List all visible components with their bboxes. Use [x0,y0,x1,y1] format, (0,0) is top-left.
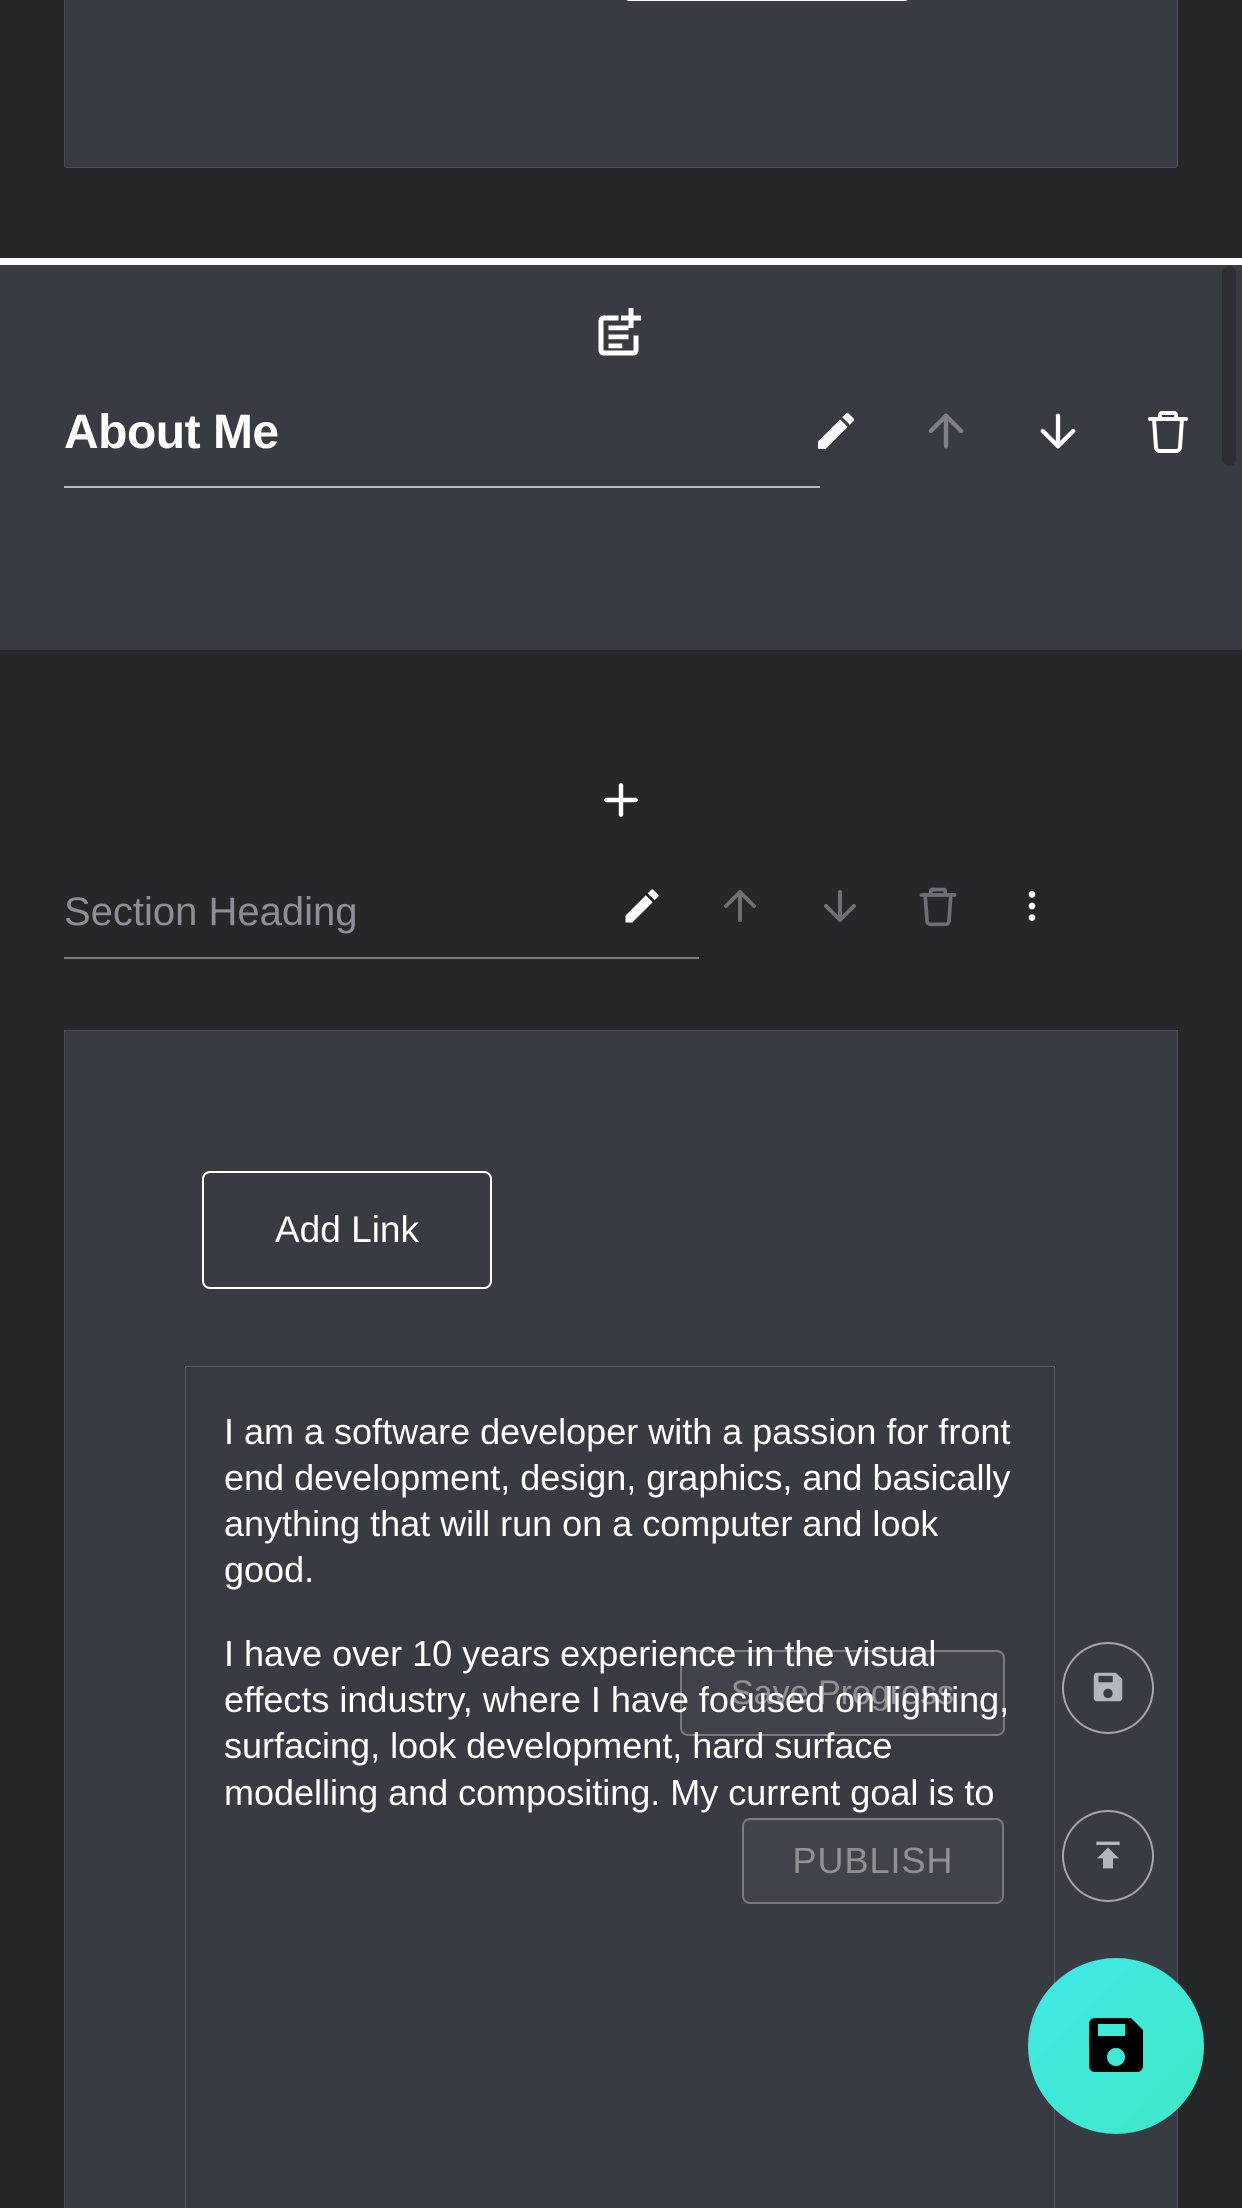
section-body-textarea[interactable]: I am a software developer with a passion… [185,1366,1055,2208]
top-add-link-button[interactable]: Add Link [622,0,912,1]
section-edit-icon[interactable] [620,884,664,928]
about-me-header-row: About Me [0,405,1242,535]
publish-button[interactable]: PUBLISH [742,1818,1004,1904]
about-me-actions [812,405,1192,457]
publish-upload-icon [1088,1835,1128,1878]
section-divider [0,258,1242,265]
app-screen: Add Link About Me [0,0,1242,2208]
top-section-panel: Add Link [0,0,1242,258]
add-section-plus-icon[interactable] [591,770,651,830]
main-save-fab[interactable] [1028,1958,1204,2134]
section-content-card: Add Link I am a software developer with … [64,1030,1178,2208]
about-me-title-field[interactable]: About Me [64,405,820,488]
section-add-link-button[interactable]: Add Link [202,1171,492,1289]
section-delete-icon[interactable] [916,884,960,928]
about-move-down-icon[interactable] [1032,405,1084,457]
top-section-card: Add Link [64,0,1178,168]
section-heading-field[interactable] [64,890,699,959]
about-me-panel: About Me [0,265,1242,650]
section-heading-input[interactable] [64,890,699,957]
save-floppy-icon [1080,2009,1152,2084]
section-heading-actions [620,882,1052,930]
section-heading-underline [64,957,699,959]
section-more-options-icon[interactable] [1012,886,1052,926]
new-section-area: Add Link I am a software developer with … [0,650,1242,2208]
section-heading-row [0,887,1242,1010]
save-progress-button[interactable]: Save Progress [680,1650,1005,1736]
section-move-up-icon[interactable] [716,882,764,930]
section-body-paragraph-1: I am a software developer with a passion… [224,1411,1011,1591]
mini-fab-publish-button[interactable] [1062,1810,1154,1902]
section-move-down-icon[interactable] [816,882,864,930]
about-move-up-icon[interactable] [920,405,972,457]
about-delete-icon[interactable] [1144,407,1192,455]
about-me-title-underline [64,486,820,488]
save-floppy-icon [1089,1668,1127,1709]
about-edit-icon[interactable] [812,407,860,455]
post-add-icon[interactable] [591,303,651,368]
vertical-scrollbar-thumb[interactable] [1222,266,1236,466]
mini-fab-save-button[interactable] [1062,1642,1154,1734]
about-me-title: About Me [64,406,279,459]
